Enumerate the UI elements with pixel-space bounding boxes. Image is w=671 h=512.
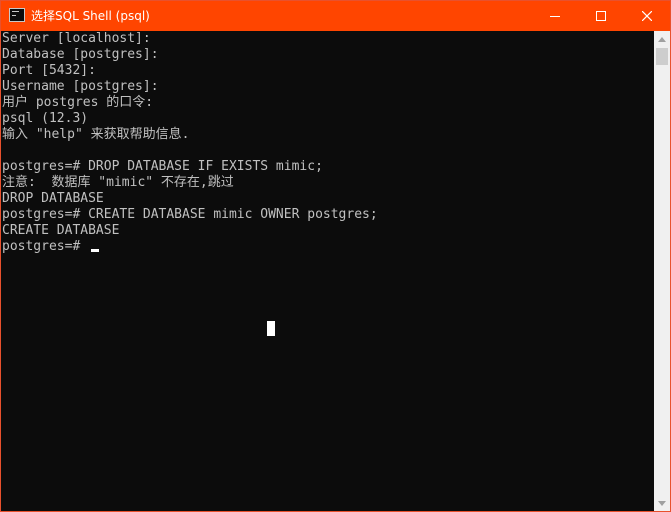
console-line-drop-command: postgres=# DROP DATABASE IF EXISTS mimic… [2,159,323,174]
title-bar[interactable]: 选择SQL Shell (psql) [1,1,670,31]
console-line-create-result: CREATE DATABASE [2,223,120,238]
maximize-icon [596,11,606,21]
close-icon [642,11,652,21]
scroll-up-button[interactable] [654,31,670,48]
console-line-port-prompt: Port [5432]: [2,63,96,78]
maximize-button[interactable] [578,1,624,31]
console-line-notice: 注意: 数据库 "mimic" 不存在,跳过 [2,175,234,190]
scroll-up-arrow-icon [658,37,666,42]
console-line-version: psql (12.3) [2,111,89,126]
minimize-icon [550,16,560,17]
text-cursor [91,249,100,252]
console-line-create-command: postgres=# CREATE DATABASE mimic OWNER p… [2,207,378,222]
minimize-button[interactable] [532,1,578,31]
console-line-current-prompt[interactable]: postgres=# [2,239,654,255]
console-icon[interactable] [9,8,25,22]
scrollbar-thumb[interactable] [656,48,668,65]
console-output[interactable]: Server [localhost]: Database [postgres]:… [2,31,654,511]
console-line-database-prompt: Database [postgres]: [2,47,159,62]
console-line-help-hint: 输入 "help" 来获取帮助信息. [2,127,190,142]
close-button[interactable] [624,1,670,31]
console-line-server-prompt: Server [localhost]: [2,31,151,46]
psql-console-window: 选择SQL Shell (psql) Server [localhost]: D… [0,0,671,512]
scroll-down-arrow-icon [658,501,666,506]
mouse-cursor [267,321,275,336]
vertical-scrollbar[interactable] [654,31,670,511]
prompt-text: postgres=# [2,239,89,254]
console-line-drop-result: DROP DATABASE [2,191,104,206]
console-line-password-prompt: 用户 postgres 的口令: [2,95,154,110]
console-line-username-prompt: Username [postgres]: [2,79,159,94]
scroll-down-button[interactable] [654,495,670,511]
window-title: 选择SQL Shell (psql) [31,9,150,23]
